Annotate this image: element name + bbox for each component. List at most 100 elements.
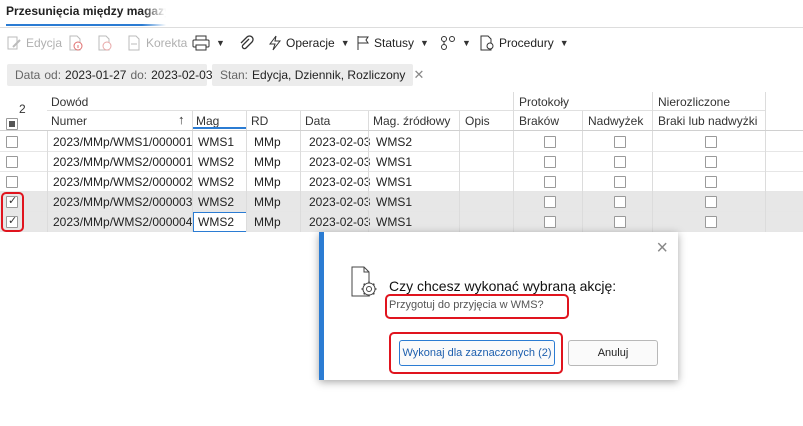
select-all-checkbox[interactable]: [6, 118, 18, 130]
table-row[interactable]: 2023/MMp/WMS2/000002 WMS2 MMp 2023-02-03…: [0, 172, 803, 192]
status-filter-chip[interactable]: Stan: Edycja, Dziennik, Rozliczony ✕: [212, 64, 424, 86]
cell-number: 2023/MMp/WMS2/000004: [53, 215, 193, 229]
column-header-mag[interactable]: Mag: [196, 114, 219, 128]
date-to-label: do:: [130, 68, 148, 82]
workflow-menu[interactable]: ▼: [440, 33, 471, 53]
workflow-icon: [441, 36, 455, 50]
cell-date: 2023-02-03: [309, 195, 371, 209]
tab-bar: Przesunięcia między magazynami: [0, 0, 803, 28]
column-divider: [192, 111, 193, 130]
table-row[interactable]: 2023/MMp/WMS2/000004 WMS2 MMp 2023-02-03…: [0, 212, 803, 232]
column-header-desc[interactable]: Opis: [465, 114, 490, 128]
chevron-down-icon: ▼: [216, 38, 225, 48]
status-filter-label: Stan:: [220, 68, 249, 82]
status-filter-value: Edycja, Dziennik, Rozliczony: [252, 68, 406, 82]
date-from-label: od:: [44, 68, 62, 82]
column-header-shortage-or-surplus[interactable]: Braki lub nadwyżki: [658, 114, 757, 128]
surplus-checkbox: [614, 176, 626, 188]
correction-label: Korekta: [146, 36, 188, 50]
row-checkbox[interactable]: [6, 136, 18, 148]
column-divider: [192, 131, 193, 232]
column-header-date[interactable]: Data: [305, 114, 330, 128]
shortages-checkbox: [544, 196, 556, 208]
table-row[interactable]: 2023/MMp/WMS2/000001 WMS2 MMp 2023-02-03…: [0, 152, 803, 172]
documents-grid: 2 Dowód Protokoły Nierozliczone Numer ↑ …: [0, 92, 803, 232]
edit-button[interactable]: Edycja: [6, 33, 62, 53]
column-header-shortages[interactable]: Braków: [519, 114, 559, 128]
operations-label: Operacje: [286, 36, 335, 50]
cell-source: WMS1: [376, 175, 412, 189]
column-divider: [300, 131, 301, 232]
shortages-checkbox: [544, 216, 556, 228]
cell-mag: WMS1: [198, 135, 234, 149]
document-clock-icon: [98, 35, 112, 51]
cell-mag: WMS2: [198, 175, 234, 189]
column-divider: [246, 111, 247, 130]
shortages-checkbox: [544, 176, 556, 188]
info-button[interactable]: [67, 33, 83, 53]
procedures-label: Procedury: [499, 36, 554, 50]
close-icon[interactable]: ✕: [413, 67, 424, 83]
cell-rd: MMp: [254, 175, 281, 189]
cell-source: WMS2: [376, 135, 412, 149]
cell-rd: MMp: [254, 155, 281, 169]
cell-rd: MMp: [254, 135, 281, 149]
tab-transfers[interactable]: Przesunięcia między magazynami: [6, 4, 166, 26]
document-action-button[interactable]: [96, 33, 112, 53]
column-divider: [368, 131, 369, 232]
shortages-checkbox: [544, 156, 556, 168]
operations-menu[interactable]: Operacje ▼: [268, 33, 350, 53]
correction-button[interactable]: Korekta: [126, 33, 187, 53]
attachment-button[interactable]: [238, 33, 254, 53]
shortage-or-surplus-checkbox: [705, 136, 717, 148]
dialog-title: Czy chcesz wykonać wybraną akcję:: [389, 278, 617, 294]
group-header-uncounted: Nierozliczone: [658, 95, 731, 109]
cell-number: 2023/MMp/WMS2/000003: [53, 195, 193, 209]
column-header-surplus[interactable]: Nadwyżek: [588, 114, 643, 128]
printer-icon: [192, 35, 210, 51]
close-icon[interactable]: ×: [656, 238, 668, 258]
highlight-execute-button: [389, 332, 563, 374]
cell-mag: WMS2: [198, 215, 234, 229]
paperclip-icon: [240, 35, 254, 50]
shortage-or-surplus-checkbox: [705, 176, 717, 188]
surplus-checkbox: [614, 136, 626, 148]
table-row[interactable]: 2023/MMp/WMS1/000001 WMS1 MMp 2023-02-03…: [0, 132, 803, 152]
sort-ascending-icon[interactable]: ↑: [178, 112, 185, 127]
column-divider: [513, 131, 514, 232]
column-header-rd[interactable]: RD: [251, 114, 268, 128]
shortages-checkbox: [544, 136, 556, 148]
statuses-label: Statusy: [374, 36, 415, 50]
row-checkbox[interactable]: [6, 156, 18, 168]
highlight-selected-checkboxes: [1, 192, 24, 232]
row-checkbox[interactable]: [6, 176, 18, 188]
column-header-number[interactable]: Numer: [51, 114, 87, 128]
column-divider: [368, 111, 369, 130]
sorted-column-indicator: [193, 127, 246, 129]
date-filter-chip[interactable]: Data od: 2023-01-27 do: 2023-02-03: [7, 64, 213, 86]
column-divider: [765, 92, 766, 130]
correction-icon: [128, 35, 140, 51]
group-header-protocols: Protokoły: [519, 95, 570, 109]
column-header-source[interactable]: Mag. źródłowy: [373, 114, 450, 128]
column-divider: [582, 111, 583, 130]
column-divider: [47, 131, 48, 232]
column-divider: [246, 131, 247, 232]
column-divider: [765, 131, 766, 232]
edit-icon: [7, 36, 21, 50]
statuses-menu[interactable]: Statusy ▼: [356, 33, 429, 53]
cancel-button[interactable]: Anuluj: [568, 340, 658, 366]
print-button[interactable]: ▼: [192, 33, 225, 53]
procedures-menu[interactable]: Procedury ▼: [479, 33, 569, 53]
column-divider: [652, 131, 653, 232]
cell-date: 2023-02-03: [309, 155, 371, 169]
shortage-or-surplus-checkbox: [705, 216, 717, 228]
document-gear-icon: [480, 35, 494, 51]
cell-date: 2023-02-03: [309, 215, 371, 229]
column-divider: [652, 92, 653, 130]
column-divider: [300, 111, 301, 130]
table-row[interactable]: 2023/MMp/WMS2/000003 WMS2 MMp 2023-02-03…: [0, 192, 803, 212]
selected-count: 2: [19, 102, 26, 116]
column-divider: [582, 131, 583, 232]
date-to-value: 2023-02-03: [151, 68, 213, 82]
